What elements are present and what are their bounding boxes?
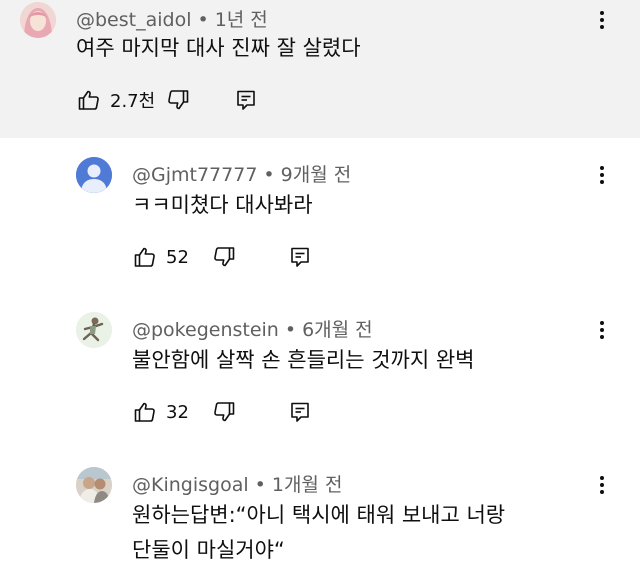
thumbs-down-icon	[214, 402, 235, 422]
like-button[interactable]	[74, 85, 104, 115]
avatar[interactable]	[76, 157, 112, 193]
avatar-image	[20, 2, 56, 38]
timestamp[interactable]: 1년 전	[215, 9, 268, 31]
meta-separator: •	[197, 9, 209, 31]
kebab-dot	[600, 18, 604, 22]
author-name[interactable]: @Kingisgoal	[132, 474, 249, 496]
like-button[interactable]	[130, 397, 160, 427]
reply-button[interactable]	[285, 397, 315, 427]
comment-meta: @Kingisgoal • 1개월 전	[132, 470, 342, 497]
kebab-dot	[600, 11, 604, 15]
more-options-button[interactable]	[592, 5, 612, 35]
comment-text: ㅋㅋ미쳤다 대사봐라	[132, 193, 313, 217]
like-count: 52	[166, 246, 189, 268]
comment-text-line-2: 단둘이 마실거야“	[132, 538, 285, 562]
kebab-dot	[600, 476, 604, 480]
kebab-dot	[600, 180, 604, 184]
thumbs-up-icon	[134, 247, 155, 267]
thumbs-up-icon	[134, 402, 155, 422]
dislike-button[interactable]	[209, 397, 239, 427]
comment-text: 여주 마지막 대사 진짜 잘 살렸다	[76, 36, 361, 60]
author-name[interactable]: @Gjmt77777	[132, 164, 257, 186]
dislike-button[interactable]	[209, 242, 239, 272]
comment-actions: 52	[130, 242, 315, 272]
comment-text: 불안함에 살짝 손 흔들리는 것까지 완벽	[132, 348, 475, 372]
kebab-dot	[600, 166, 604, 170]
timestamp[interactable]: 1개월 전	[272, 474, 343, 496]
kebab-dot	[600, 173, 604, 177]
author-name[interactable]: @pokegenstein	[132, 319, 279, 341]
kebab-dot	[600, 328, 604, 332]
meta-separator: •	[284, 319, 297, 341]
timestamp[interactable]: 6개월 전	[302, 319, 373, 341]
avatar[interactable]	[20, 2, 56, 38]
reply-button[interactable]	[285, 242, 315, 272]
kebab-dot	[600, 483, 604, 487]
meta-separator: •	[254, 474, 266, 496]
thumbs-down-icon	[168, 90, 189, 110]
comment-meta: @best_aidol • 1년 전	[76, 5, 268, 32]
meta-separator: •	[263, 164, 275, 186]
author-name[interactable]: @best_aidol	[76, 9, 191, 31]
kebab-dot	[600, 490, 604, 494]
thumbs-up-icon	[78, 90, 99, 110]
like-count: 32	[166, 401, 189, 423]
thumbs-down-icon	[214, 247, 235, 267]
like-count: 2.7천	[110, 91, 156, 112]
kebab-dot	[600, 321, 604, 325]
reply-button[interactable]	[231, 85, 261, 115]
timestamp[interactable]: 9개월 전	[281, 164, 352, 186]
comment-meta: @Gjmt77777 • 9개월 전	[132, 160, 351, 187]
comment-text-line-1: 원하는답변:“아니 택시에 태워 보내고 너랑	[132, 503, 506, 527]
kebab-dot	[600, 335, 604, 339]
default-avatar-icon	[76, 157, 112, 193]
more-options-button[interactable]	[592, 160, 612, 190]
kebab-dot	[600, 25, 604, 29]
avatar-image	[76, 312, 112, 348]
comment-actions: 2.7천	[74, 85, 261, 115]
reply-icon	[237, 90, 255, 110]
more-options-button[interactable]	[592, 470, 612, 500]
like-button[interactable]	[130, 242, 160, 272]
comment-actions: 32	[130, 397, 315, 427]
comment-meta: @pokegenstein • 6개월 전	[132, 315, 373, 342]
avatar[interactable]	[76, 312, 112, 348]
reply-icon	[291, 247, 309, 267]
dislike-button[interactable]	[163, 85, 193, 115]
reply-icon	[291, 402, 309, 422]
more-options-button[interactable]	[592, 315, 612, 345]
avatar[interactable]	[76, 467, 112, 503]
avatar-image	[76, 467, 112, 503]
